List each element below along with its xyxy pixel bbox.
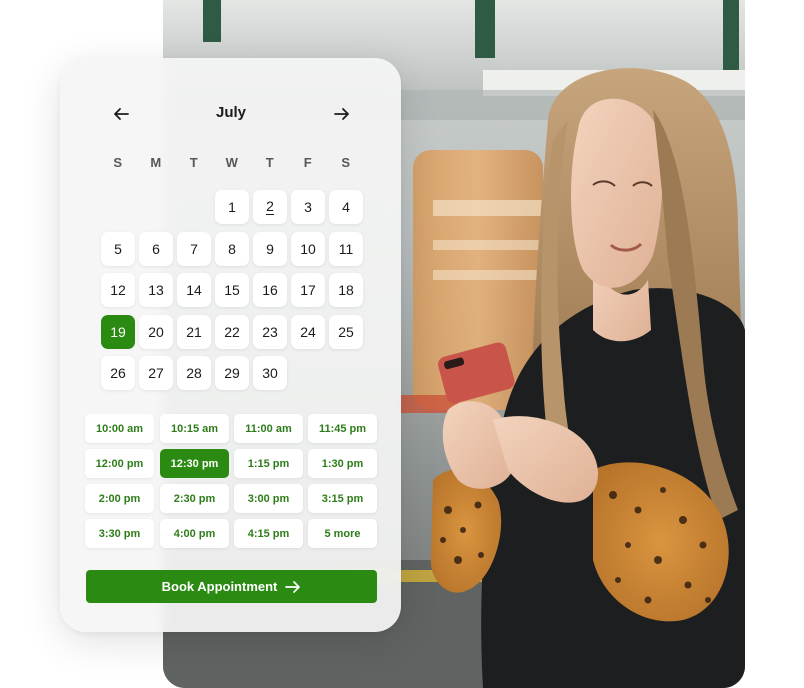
calendar-day[interactable]: 7: [177, 232, 211, 266]
calendar-day[interactable]: 27: [139, 356, 173, 390]
calendar-day-label: 18: [338, 282, 354, 298]
calendar-day[interactable]: 14: [177, 273, 211, 307]
calendar-day-label: 7: [190, 241, 198, 257]
calendar-day-label: 25: [338, 324, 354, 340]
calendar-day-label: 26: [110, 365, 126, 381]
time-slot[interactable]: 4:00 pm: [160, 519, 229, 548]
calendar-day[interactable]: 19: [101, 315, 135, 349]
calendar-day[interactable]: 13: [139, 273, 173, 307]
calendar-day[interactable]: 18: [329, 273, 363, 307]
time-slot[interactable]: 3:00 pm: [234, 484, 303, 513]
calendar-day[interactable]: 5: [101, 232, 135, 266]
time-slot[interactable]: 1:15 pm: [234, 449, 303, 478]
weekday-label: T: [265, 155, 275, 170]
time-slot[interactable]: 3:15 pm: [308, 484, 377, 513]
next-month-button[interactable]: [330, 102, 354, 126]
calendar-day-label: 13: [148, 282, 164, 298]
time-slot[interactable]: 3:30 pm: [85, 519, 154, 548]
calendar-day[interactable]: 20: [139, 315, 173, 349]
calendar-day-label: 29: [224, 365, 240, 381]
time-slot[interactable]: 2:00 pm: [85, 484, 154, 513]
time-slot[interactable]: 12:30 pm: [160, 449, 229, 478]
calendar-day-label: 15: [224, 282, 240, 298]
calendar-day[interactable]: 21: [177, 315, 211, 349]
calendar-day[interactable]: 2: [253, 190, 287, 224]
calendar-day-label: 19: [110, 324, 126, 340]
weekday-label: S: [113, 155, 123, 170]
weekday-label: S: [341, 155, 351, 170]
calendar-day[interactable]: 26: [101, 356, 135, 390]
calendar-day[interactable]: 6: [139, 232, 173, 266]
calendar-day-label: 28: [186, 365, 202, 381]
time-slot[interactable]: 10:00 am: [85, 414, 154, 443]
calendar-day-label: 17: [300, 282, 316, 298]
weekday-label: M: [150, 155, 162, 170]
time-slot[interactable]: 11:00 am: [234, 414, 303, 443]
calendar-day-label: 14: [186, 282, 202, 298]
calendar-day-label: 10: [300, 241, 316, 257]
calendar-day[interactable]: 3: [291, 190, 325, 224]
calendar-day-label: 6: [152, 241, 160, 257]
arrow-right-icon: [334, 108, 349, 120]
calendar-day-label: 8: [228, 241, 236, 257]
calendar-day[interactable]: 16: [253, 273, 287, 307]
more-slots-button[interactable]: 5 more: [308, 519, 377, 548]
calendar-day-label: 22: [224, 324, 240, 340]
calendar-day[interactable]: 29: [215, 356, 249, 390]
calendar-day[interactable]: 24: [291, 315, 325, 349]
calendar-day[interactable]: 9: [253, 232, 287, 266]
calendar-day[interactable]: 10: [291, 232, 325, 266]
calendar-day[interactable]: 23: [253, 315, 287, 349]
calendar-day-label: 30: [262, 365, 278, 381]
time-slot[interactable]: 11:45 pm: [308, 414, 377, 443]
calendar-day-label: 2: [266, 198, 274, 215]
calendar-day[interactable]: 4: [329, 190, 363, 224]
calendar-day[interactable]: 30: [253, 356, 287, 390]
calendar-day[interactable]: 25: [329, 315, 363, 349]
book-appointment-label: Book Appointment: [161, 579, 278, 594]
prev-month-button[interactable]: [109, 102, 133, 126]
month-title: July: [215, 104, 246, 121]
booking-promo: July SMTWTFS 1 2 3 4 5 6 7 8 9 10 11 12 13 14 15 16 17 18…: [0, 0, 804, 688]
weekday-label: T: [189, 155, 199, 170]
time-slot[interactable]: 2:30 pm: [160, 484, 229, 513]
calendar-day-label: 11: [338, 241, 354, 257]
calendar-day[interactable]: 15: [215, 273, 249, 307]
time-slot[interactable]: 10:15 am: [160, 414, 229, 443]
calendar-day-label: 23: [262, 324, 278, 340]
calendar-day-label: 16: [262, 282, 278, 298]
arrow-right-icon: [285, 580, 301, 593]
calendar-day[interactable]: 17: [291, 273, 325, 307]
calendar-day[interactable]: 11: [329, 232, 363, 266]
calendar-day[interactable]: 8: [215, 232, 249, 266]
calendar-day-label: 12: [110, 282, 126, 298]
calendar-day[interactable]: 22: [215, 315, 249, 349]
time-slot[interactable]: 4:15 pm: [234, 519, 303, 548]
calendar-day-label: 3: [304, 199, 312, 215]
time-slot[interactable]: 1:30 pm: [308, 449, 377, 478]
calendar-day[interactable]: 12: [101, 273, 135, 307]
calendar-day[interactable]: 28: [177, 356, 211, 390]
calendar-day-label: 4: [342, 199, 350, 215]
book-appointment-button[interactable]: Book Appointment: [86, 570, 377, 603]
time-slot[interactable]: 12:00 pm: [85, 449, 154, 478]
calendar-day-label: 27: [148, 365, 164, 381]
calendar-day-label: 20: [148, 324, 164, 340]
calendar-day-label: 21: [186, 324, 202, 340]
calendar-day-label: 24: [300, 324, 316, 340]
calendar-day-label: 1: [228, 199, 236, 215]
calendar-day[interactable]: 1: [215, 190, 249, 224]
arrow-left-icon: [114, 108, 129, 120]
weekday-label: W: [225, 155, 239, 170]
weekday-label: F: [303, 155, 313, 170]
calendar-day-label: 5: [114, 241, 122, 257]
calendar-day-label: 9: [266, 241, 274, 257]
